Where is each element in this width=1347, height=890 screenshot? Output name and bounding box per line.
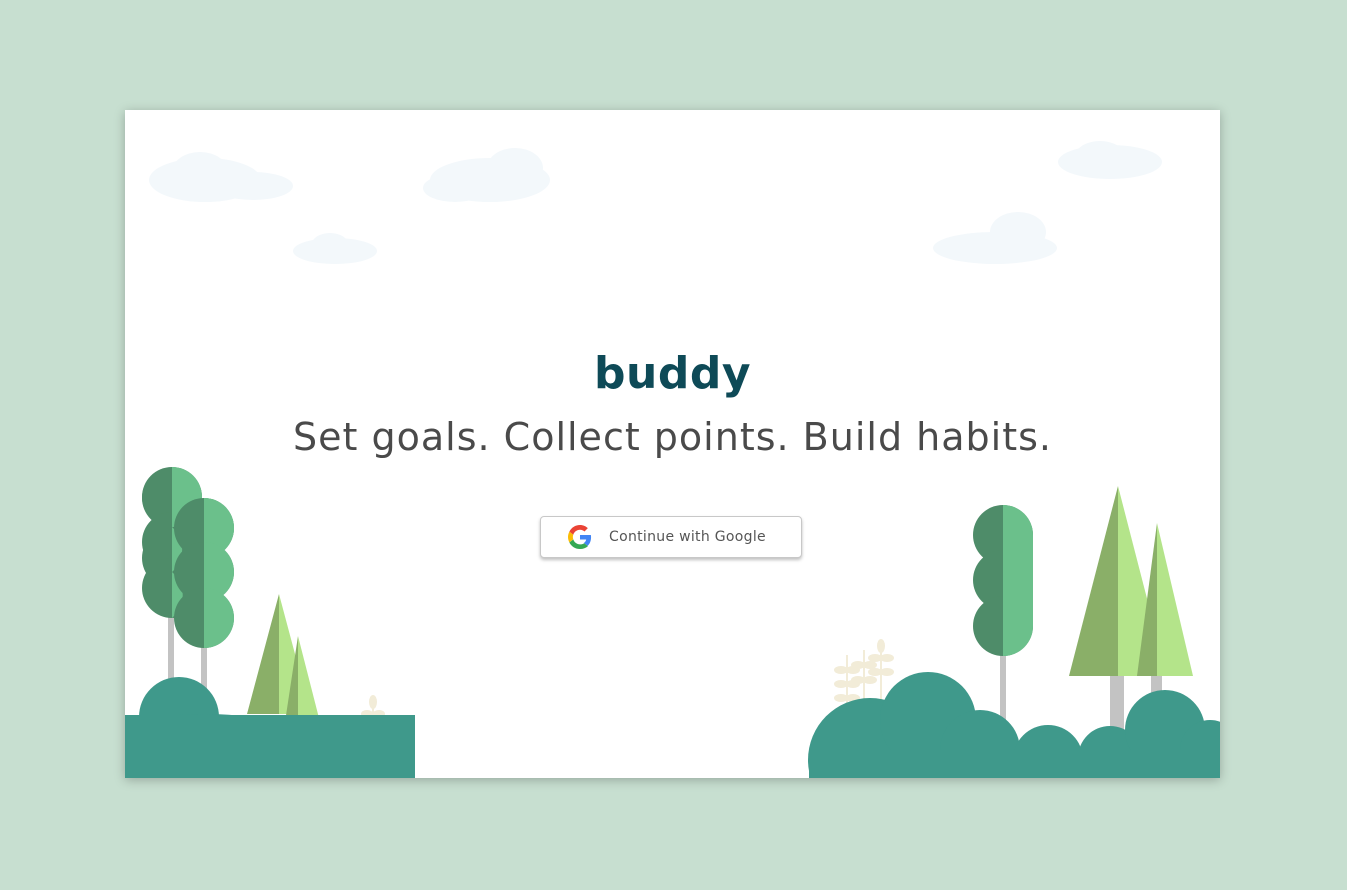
- cloud-icon: [423, 148, 550, 202]
- tree-icon: [973, 505, 1033, 735]
- tree-icon: [174, 498, 234, 700]
- pine-tree-icon: [1137, 523, 1193, 710]
- cloud-icon: [149, 152, 293, 202]
- app-logo-text: buddy: [594, 348, 751, 399]
- google-g-icon: [568, 525, 592, 549]
- continue-with-google-button[interactable]: Continue with Google: [540, 516, 802, 558]
- tagline: Set goals. Collect points. Build habits.: [293, 415, 1052, 459]
- cloud-icon: [1058, 141, 1162, 179]
- cloud-icon: [933, 212, 1057, 264]
- continue-with-google-label: Continue with Google: [609, 529, 766, 545]
- cloud-icon: [293, 233, 377, 264]
- login-card: buddy Set goals. Collect points. Build h…: [125, 110, 1220, 778]
